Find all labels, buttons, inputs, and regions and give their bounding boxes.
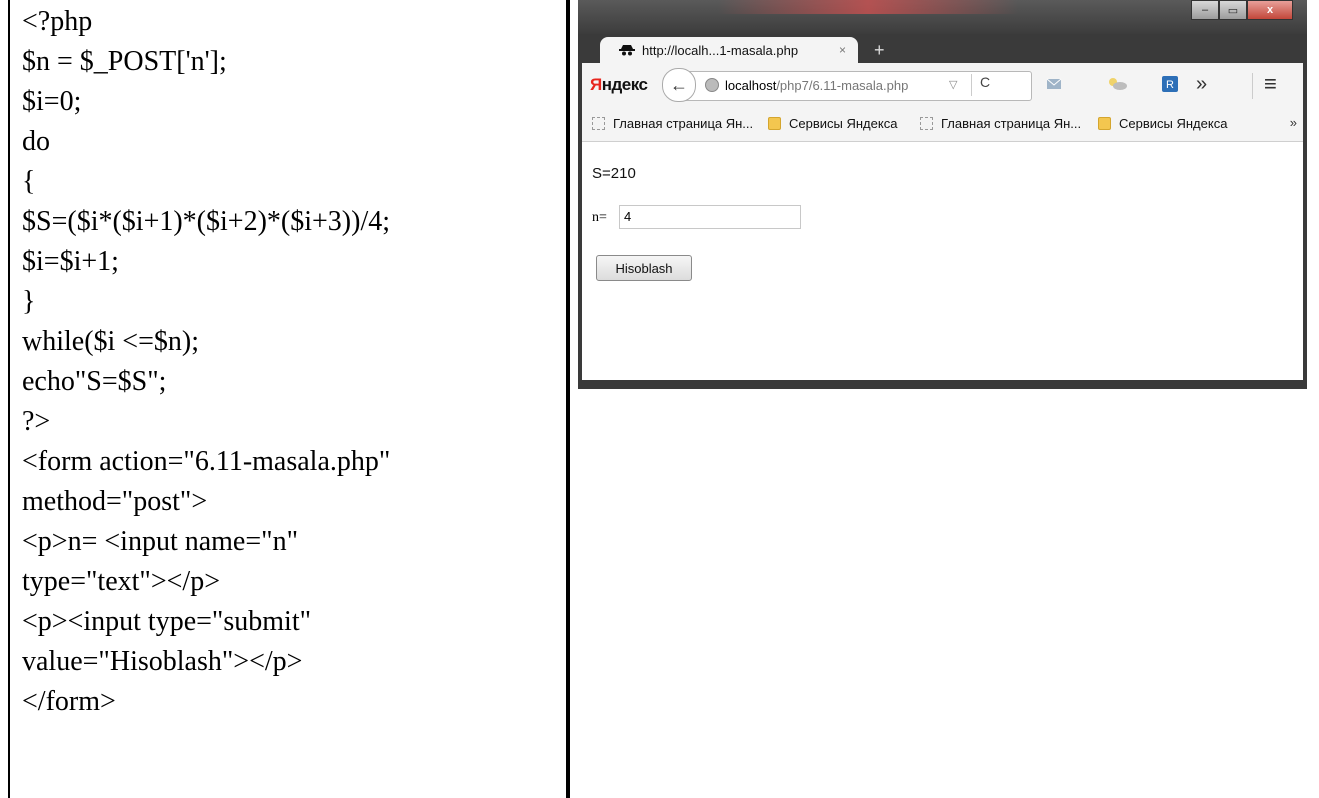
browser-tab[interactable]: http://localh...1-masala.php × [600, 37, 858, 63]
bookmark-item[interactable]: Главная страница Ян... [592, 116, 753, 131]
code-line: ?> [22, 406, 51, 437]
code-line: method="post"> [22, 486, 208, 517]
extension-icon[interactable]: R [1162, 76, 1178, 92]
svg-text:R: R [1166, 79, 1174, 91]
code-line: type="text"></p> [22, 566, 220, 597]
table-divider [568, 0, 570, 798]
code-listing: <?php $n = $_POST['n']; $i=0; do { $S=($… [8, 0, 568, 798]
spy-icon [619, 45, 635, 56]
bookmarks-overflow-icon[interactable]: » [1290, 115, 1297, 130]
code-line: </form> [22, 686, 116, 717]
new-tab-button[interactable]: + [874, 40, 885, 61]
code-line: } [22, 286, 36, 317]
close-button[interactable]: x [1247, 0, 1293, 20]
maximize-button[interactable]: ▭ [1219, 0, 1247, 20]
code-line: <p>n= <input name="n" [22, 526, 299, 557]
url-text[interactable]: localhost/php7/6.11-masala.php [725, 78, 908, 93]
title-glow [718, 0, 1018, 14]
code-line: $i=0; [22, 86, 82, 117]
tab-title: http://localh...1-masala.php [642, 42, 799, 58]
address-bar[interactable]: localhost/php7/6.11-masala.php ▽ C [670, 71, 1032, 101]
bookmark-item[interactable]: Сервисы Яндекса [1098, 116, 1227, 131]
code-line: <?php [22, 6, 93, 37]
overflow-chevron-icon[interactable]: » [1196, 73, 1207, 96]
history-dropdown-icon[interactable]: ▽ [949, 78, 957, 91]
code-line: $i=$i+1; [22, 246, 119, 277]
window-controls: – ▭ x [1191, 0, 1293, 20]
folder-icon [768, 117, 781, 130]
bookmark-item[interactable]: Главная страница Ян... [920, 116, 1081, 131]
code-line: echo"S=$S"; [22, 366, 167, 397]
page-content: S=210 n= 4 Hisoblash [582, 142, 1303, 380]
page-icon [920, 117, 933, 130]
mail-icon[interactable] [1046, 77, 1062, 91]
weather-icon[interactable] [1106, 75, 1128, 91]
folder-icon [1098, 117, 1111, 130]
minimize-button[interactable]: – [1191, 0, 1219, 20]
tab-close-icon[interactable]: × [839, 43, 846, 57]
bookmarks-bar: Главная страница Ян... Сервисы Яндекса Г… [582, 107, 1303, 142]
code-line: { [22, 166, 36, 197]
code-line: <form action="6.11-masala.php" [22, 446, 391, 477]
code-line: while($i <=$n); [22, 326, 199, 357]
navigation-bar: Яндекс localhost/php7/6.11-masala.php ▽ … [582, 63, 1303, 108]
result-text: S=210 [592, 165, 636, 182]
code-line: do [22, 126, 50, 157]
globe-icon [705, 78, 719, 92]
code-line: value="Hisoblash"></p> [22, 646, 303, 677]
toolbar-separator [1252, 73, 1253, 99]
back-arrow-icon: ← [670, 74, 688, 95]
title-bar: – ▭ x [578, 0, 1307, 34]
back-button[interactable]: ← [662, 68, 696, 102]
page-icon [592, 117, 605, 130]
menu-icon[interactable]: ≡ [1264, 71, 1277, 97]
code-line: $S=($i*($i+1)*($i+2)*($i+3))/4; [22, 206, 391, 237]
yandex-logo[interactable]: Яндекс [590, 75, 648, 95]
hisoblash-button[interactable]: Hisoblash [596, 255, 692, 281]
code-line: <p><input type="submit" [22, 606, 312, 637]
bookmark-item[interactable]: Сервисы Яндекса [768, 116, 897, 131]
code-line: $n = $_POST['n']; [22, 46, 227, 77]
n-input[interactable]: 4 [619, 205, 801, 229]
reload-icon[interactable]: C [971, 74, 990, 96]
n-label: n= [592, 210, 607, 225]
browser-window: – ▭ x http://localh...1-masala.php × + Я… [578, 0, 1307, 389]
